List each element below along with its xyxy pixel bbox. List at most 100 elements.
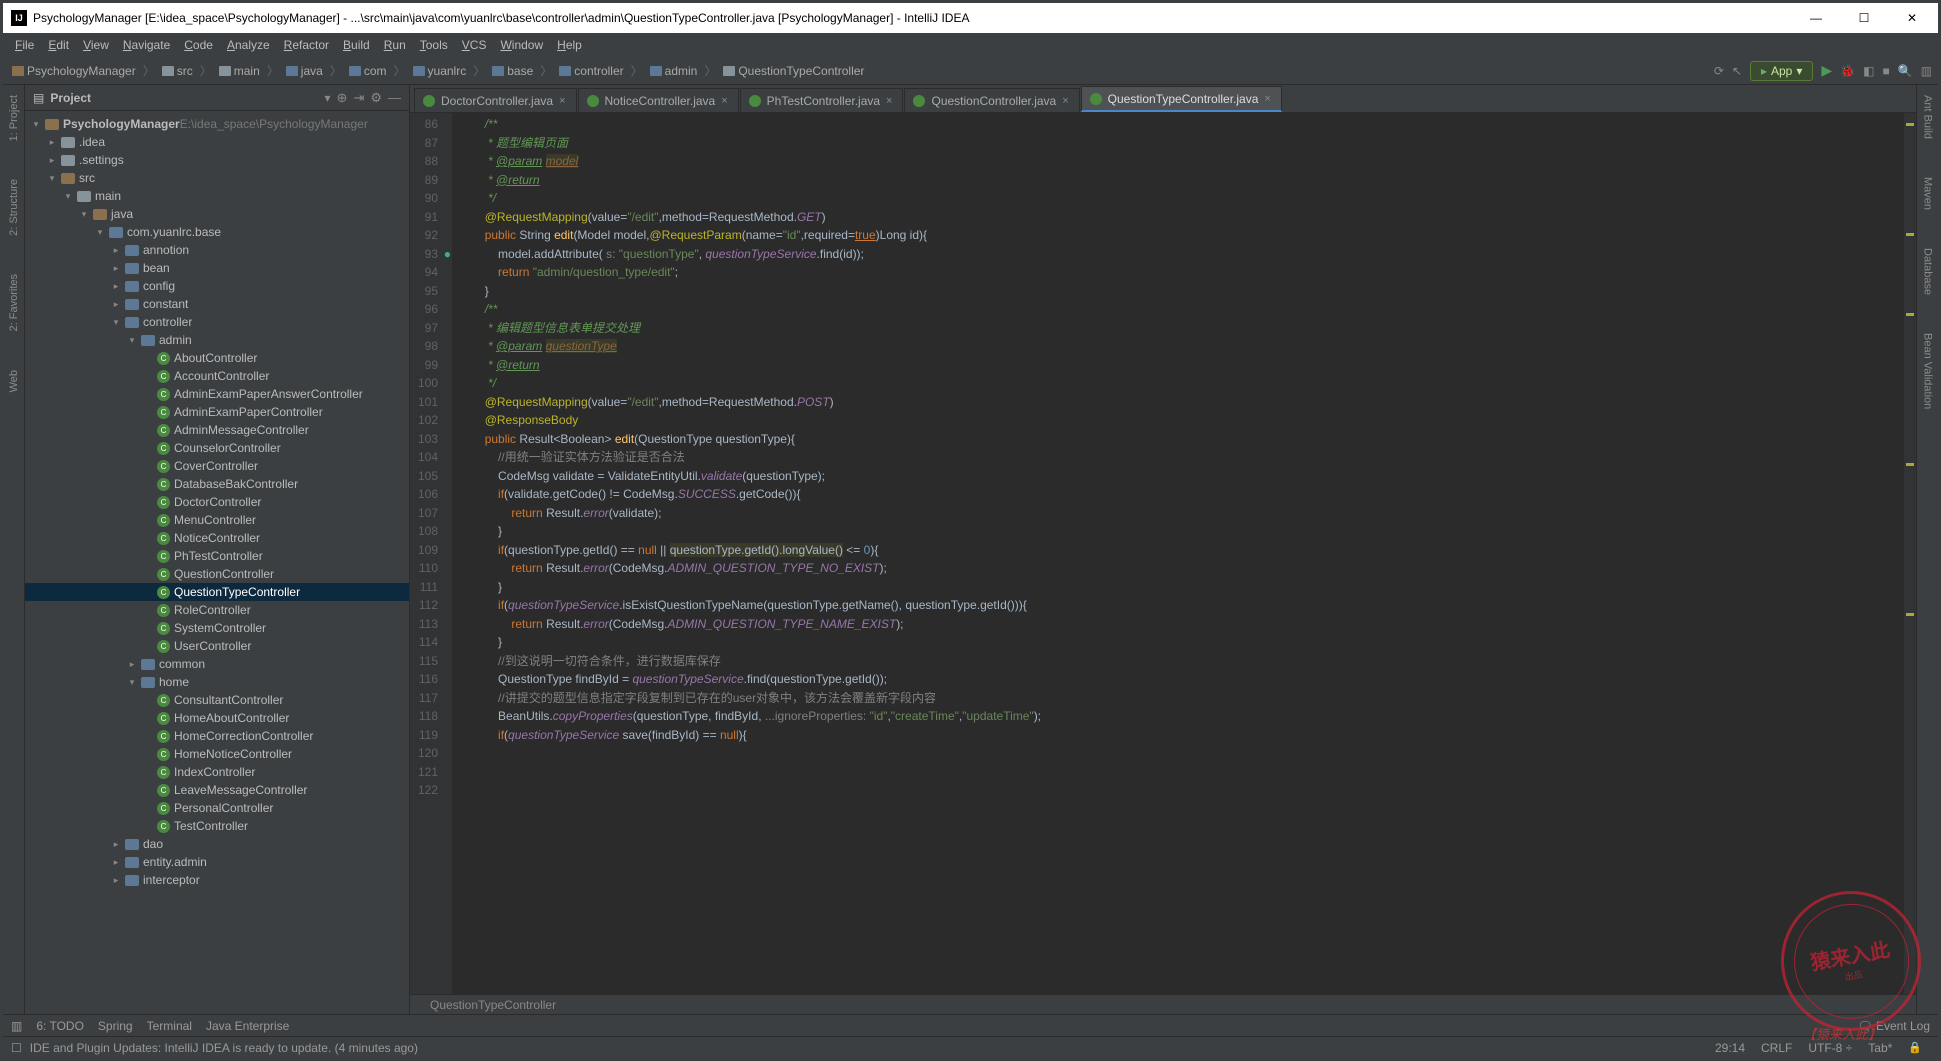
readonly-lock-icon[interactable]: 🔒	[1900, 1041, 1930, 1054]
coverage-button[interactable]: ◧	[1863, 64, 1874, 78]
editor-tab-noticecontroller[interactable]: NoticeController.java×	[578, 88, 739, 112]
editor-breadcrumb[interactable]: QuestionTypeController	[410, 994, 1916, 1014]
tree-root[interactable]: ▾PsychologyManager E:\idea_space\Psychol…	[25, 115, 409, 133]
tree-item-com-yuanlrc-base[interactable]: ▾com.yuanlrc.base	[25, 223, 409, 241]
tree-item-usercontroller[interactable]: UserController	[25, 637, 409, 655]
tree-item-covercontroller[interactable]: CoverController	[25, 457, 409, 475]
line-separator[interactable]: CRLF	[1753, 1041, 1800, 1055]
gutter-run-icon[interactable]: ●	[440, 245, 451, 256]
tree-item-controller[interactable]: ▾controller	[25, 313, 409, 331]
breadcrumb-item[interactable]: java	[283, 63, 326, 79]
tree-item-questioncontroller[interactable]: QuestionController	[25, 565, 409, 583]
editor-tab-questiontypecontroller[interactable]: QuestionTypeController.java×	[1081, 86, 1282, 112]
menu-help[interactable]: Help	[551, 36, 588, 54]
tree-item-phtestcontroller[interactable]: PhTestController	[25, 547, 409, 565]
tree-item-doctorcontroller[interactable]: DoctorController	[25, 493, 409, 511]
tool-tab-project[interactable]: 1: Project	[8, 91, 20, 145]
debug-button[interactable]: 🐞	[1840, 64, 1855, 78]
tree-item-testcontroller[interactable]: TestController	[25, 817, 409, 835]
bottom-tool-todo[interactable]: 6: TODO	[36, 1019, 84, 1033]
breadcrumb-item[interactable]: admin	[647, 63, 701, 79]
menu-code[interactable]: Code	[178, 36, 219, 54]
maximize-button[interactable]: ☐	[1846, 6, 1882, 30]
tree-item-rolecontroller[interactable]: RoleController	[25, 601, 409, 619]
tree-item-interceptor[interactable]: ▸interceptor	[25, 871, 409, 889]
menu-refactor[interactable]: Refactor	[278, 36, 335, 54]
bottom-tool-spring[interactable]: Spring	[98, 1019, 133, 1033]
tree-item--idea[interactable]: ▸.idea	[25, 133, 409, 151]
tree-item-src[interactable]: ▾src	[25, 169, 409, 187]
breadcrumb-item[interactable]: PsychologyManager	[9, 63, 139, 79]
menu-run[interactable]: Run	[378, 36, 412, 54]
tree-item-personalcontroller[interactable]: PersonalController	[25, 799, 409, 817]
tool-tab-antbuild[interactable]: Ant Build	[1922, 91, 1934, 143]
tree-item-aboutcontroller[interactable]: AboutController	[25, 349, 409, 367]
editor-tab-doctorcontroller[interactable]: DoctorController.java×	[414, 88, 577, 112]
caret-position[interactable]: 29:14	[1707, 1041, 1753, 1055]
tree-item-home[interactable]: ▾home	[25, 673, 409, 691]
breadcrumb-item[interactable]: com	[346, 63, 390, 79]
close-button[interactable]: ✕	[1894, 6, 1930, 30]
close-tab-icon[interactable]: ×	[886, 95, 892, 107]
tree-item-annotion[interactable]: ▸annotion	[25, 241, 409, 259]
run-configuration[interactable]: ▸App ▾	[1750, 61, 1813, 81]
project-tree[interactable]: ▾PsychologyManager E:\idea_space\Psychol…	[25, 111, 409, 1014]
tree-item-systemcontroller[interactable]: SystemController	[25, 619, 409, 637]
tree-item-accountcontroller[interactable]: AccountController	[25, 367, 409, 385]
breadcrumb-item[interactable]: yuanlrc	[410, 63, 470, 79]
breadcrumb-item[interactable]: base	[489, 63, 536, 79]
hide-panel-icon[interactable]: —	[388, 90, 401, 105]
menu-analyze[interactable]: Analyze	[221, 36, 276, 54]
tree-item-homeaboutcontroller[interactable]: HomeAboutController	[25, 709, 409, 727]
tree-item-consultantcontroller[interactable]: ConsultantController	[25, 691, 409, 709]
tree-item-java[interactable]: ▾java	[25, 205, 409, 223]
menu-window[interactable]: Window	[494, 36, 549, 54]
close-tab-icon[interactable]: ×	[1264, 93, 1270, 105]
close-tab-icon[interactable]: ×	[1062, 95, 1068, 107]
code-editor[interactable]: /** * 题型编辑页面 * @param model * @return */…	[452, 113, 1904, 994]
breadcrumb-item[interactable]: QuestionTypeController	[720, 63, 867, 79]
tree-item-main[interactable]: ▾main	[25, 187, 409, 205]
tree-item-questiontypecontroller[interactable]: QuestionTypeController	[25, 583, 409, 601]
breadcrumb-item[interactable]: src	[159, 63, 196, 79]
tree-item-indexcontroller[interactable]: IndexController	[25, 763, 409, 781]
tree-item--settings[interactable]: ▸.settings	[25, 151, 409, 169]
tree-item-config[interactable]: ▸config	[25, 277, 409, 295]
bottom-tool-javaenterprise[interactable]: Java Enterprise	[206, 1019, 289, 1033]
settings-icon[interactable]: ▥	[1921, 64, 1932, 78]
indent-settings[interactable]: Tab*	[1860, 1041, 1900, 1055]
settings-gear-icon[interactable]: ⚙	[370, 90, 382, 106]
tree-item-admin[interactable]: ▾admin	[25, 331, 409, 349]
minimize-button[interactable]: —	[1798, 6, 1834, 30]
menu-edit[interactable]: Edit	[42, 36, 75, 54]
tree-item-constant[interactable]: ▸constant	[25, 295, 409, 313]
bottom-tool-terminal[interactable]: Terminal	[147, 1019, 192, 1033]
file-encoding[interactable]: UTF-8 ÷	[1800, 1041, 1860, 1055]
menu-navigate[interactable]: Navigate	[117, 36, 176, 54]
menu-tools[interactable]: Tools	[414, 36, 454, 54]
tree-item-databasebakcontroller[interactable]: DatabaseBakController	[25, 475, 409, 493]
editor-tab-phtestcontroller[interactable]: PhTestController.java×	[740, 88, 904, 112]
error-stripe[interactable]	[1904, 113, 1916, 994]
tool-tab-favorites[interactable]: 2: Favorites	[8, 270, 20, 335]
tree-item-common[interactable]: ▸common	[25, 655, 409, 673]
tree-item-adminmessagecontroller[interactable]: AdminMessageController	[25, 421, 409, 439]
run-button[interactable]: ▶	[1821, 62, 1832, 79]
tool-tab-database[interactable]: Database	[1922, 244, 1934, 299]
project-view-icon[interactable]: ▤	[33, 91, 44, 105]
menu-file[interactable]: File	[9, 36, 40, 54]
close-tab-icon[interactable]: ×	[559, 95, 565, 107]
search-everywhere-icon[interactable]: 🔍	[1898, 64, 1913, 78]
tool-tab-maven[interactable]: Maven	[1922, 173, 1934, 214]
collapse-all-icon[interactable]: ⇥	[353, 90, 364, 106]
tree-item-homecorrectioncontroller[interactable]: HomeCorrectionController	[25, 727, 409, 745]
tool-tab-web[interactable]: Web	[8, 366, 20, 396]
breadcrumb-item[interactable]: controller	[556, 63, 626, 79]
stop-button[interactable]: ■	[1882, 64, 1889, 78]
tree-item-adminexampaperanswercontroller[interactable]: AdminExamPaperAnswerController	[25, 385, 409, 403]
menu-vcs[interactable]: VCS	[456, 36, 493, 54]
scroll-from-source-icon[interactable]: ⊕	[337, 90, 348, 106]
tree-item-menucontroller[interactable]: MenuController	[25, 511, 409, 529]
tree-item-noticecontroller[interactable]: NoticeController	[25, 529, 409, 547]
tree-item-dao[interactable]: ▸dao	[25, 835, 409, 853]
